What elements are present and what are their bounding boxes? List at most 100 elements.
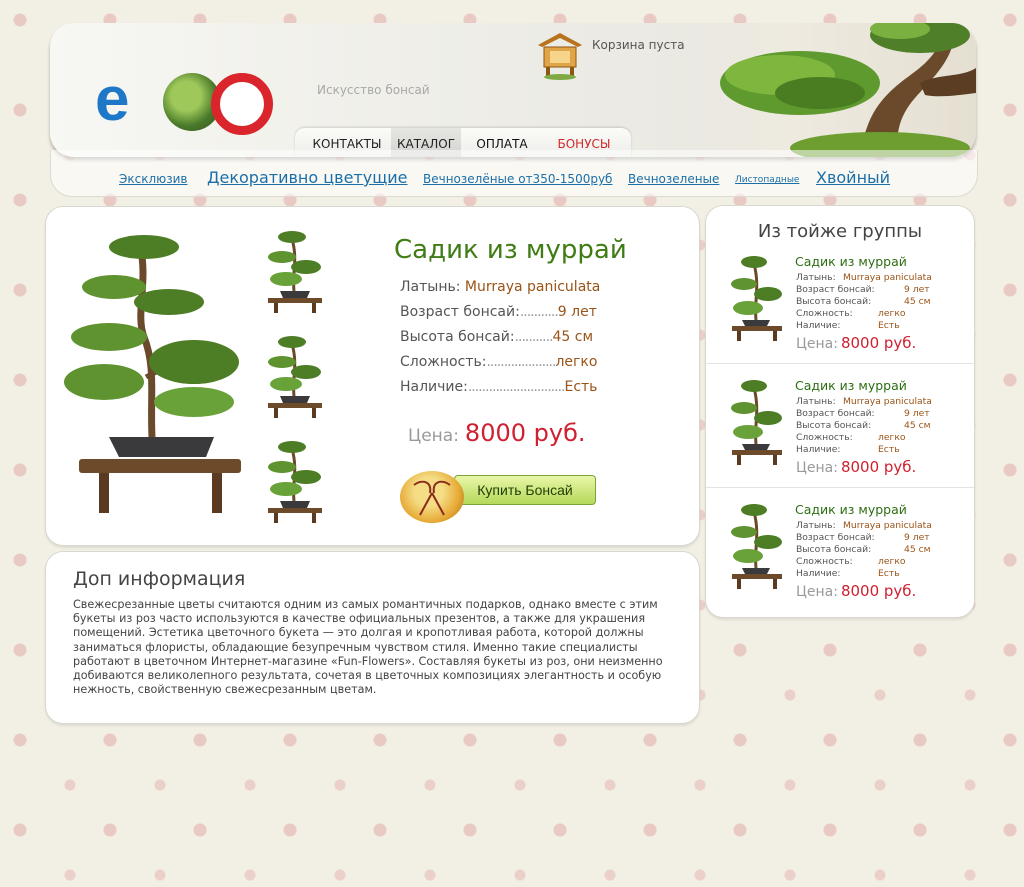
spec-value: легко [555,354,598,370]
price-label: Цена: [796,336,838,352]
spec-dots: ........... [519,304,559,320]
related-product-item[interactable]: Садик из муррай Латынь: Murraya paniculat… [706,363,974,502]
buy-button-label[interactable]: Купить Бонсай [454,475,596,505]
spec-label: Сложность: [400,354,487,370]
spec-value: 45 см [904,544,931,555]
category-link-evergreen[interactable]: Вечнозеленые [628,172,719,186]
spec-label: Латынь: [796,272,836,283]
spec-value: легко [878,556,906,567]
product-card: Садик из муррай Латынь: Murraya panicula… [45,206,700,546]
related-spec-height: Высота бонсай: 45 см [796,296,931,307]
spec-value: 9 лет [904,284,930,295]
price-value: 8000 руб. [464,419,586,447]
related-product-price: Цена: 8000 руб. [796,458,916,476]
related-spec-age: Возраст бонсай: 9 лет [796,284,930,295]
gift-box-icon[interactable] [400,471,464,523]
product-main-image[interactable] [64,227,244,532]
spec-label: Высота бонсай: [400,329,515,345]
related-spec-difficulty: Сложность: легко [796,556,906,567]
spec-label: Высота бонсай: [796,544,872,555]
product-spec-difficulty: Сложность:....................легко [400,354,597,370]
spec-label: Сложность: [796,556,853,567]
site-tagline: Искусство бонсай [317,83,430,97]
spec-value: Есть [878,320,900,331]
spec-value: 45 см [904,296,931,307]
category-link-exclusive[interactable]: Эксклюзив [119,172,188,186]
related-product-item[interactable]: Садик из муррай Латынь: Murraya paniculat… [706,487,974,626]
logo-ring-icon [211,73,273,135]
price-label: Цена: [796,584,838,600]
spec-value: Есть [878,568,900,579]
product-thumbnail-1[interactable] [264,229,324,314]
spec-dots: .................... [486,354,556,370]
category-link-deciduous[interactable]: Листопадные [735,175,799,185]
logo-letter-e: e [95,65,130,134]
category-nav: Эксклюзив Декоративно цветущие Вечнозелё… [50,150,978,197]
related-spec-latin: Латынь: Murraya paniculata [796,520,932,531]
spec-label: Наличие: [400,379,468,395]
related-spec-height: Высота бонсай: 45 см [796,420,931,431]
cart-icon[interactable] [534,29,586,81]
spec-label: Наличие: [796,444,841,455]
additional-info-card: Доп информация Свежесрезанные цветы счит… [45,551,700,724]
spec-value: Murraya paniculata [464,279,601,295]
product-thumbnail-2[interactable] [264,334,324,419]
price-label: Цена: [408,426,459,446]
additional-info-title: Доп информация [73,568,246,590]
related-products-card: Из тойже группы Садик из муррай Латынь: M… [705,205,975,618]
related-product-image[interactable] [728,502,784,592]
related-product-image[interactable] [728,378,784,468]
site-header: e Искусство бонсай Корзина пуста КОНТАКТ… [50,23,976,157]
spec-dots: ........... [514,329,554,345]
related-spec-availability: Наличие: Есть [796,444,900,455]
spec-label: Сложность: [796,432,853,443]
category-link-coniferous[interactable]: Хвойный [816,168,890,187]
price-value: 8000 руб. [840,458,917,476]
category-link-evergreen-price[interactable]: Вечнозелёные от350-1500руб [423,172,612,186]
product-spec-age: Возраст бонсай:...........9 лет [400,304,597,320]
spec-dots: ............................ [467,379,566,395]
spec-value: Есть [564,379,598,395]
related-product-name[interactable]: Садик из муррай [795,378,907,393]
spec-value: легко [878,308,906,319]
additional-info-text: Свежесрезанные цветы считаются одним из … [73,598,663,697]
spec-label: Высота бонсай: [796,420,872,431]
spec-value: 45 см [904,420,931,431]
spec-label: Латынь: [400,279,461,295]
related-product-item[interactable]: Садик из муррай Латынь: Murraya paniculat… [706,254,974,378]
related-spec-age: Возраст бонсай: 9 лет [796,408,930,419]
product-spec-availability: Наличие:............................Есть [400,379,597,395]
header-bonsai-icon [720,23,976,157]
product-thumbnail-3[interactable] [264,439,324,524]
spec-label: Возраст бонсай: [796,284,875,295]
related-product-price: Цена: 8000 руб. [796,334,916,352]
spec-value: 9 лет [904,532,930,543]
spec-label: Сложность: [796,308,853,319]
spec-label: Латынь: [796,396,836,407]
spec-value: 45 см [552,329,594,345]
buy-bonsai-button[interactable]: Купить Бонсай [400,467,598,523]
related-products-title: Из тойже группы [757,221,923,242]
spec-label: Возраст бонсай: [400,304,520,320]
logo[interactable]: e [95,51,273,135]
category-link-flowering[interactable]: Декоративно цветущие [207,168,408,187]
spec-label: Наличие: [796,320,841,331]
related-spec-latin: Латынь: Murraya paniculata [796,396,932,407]
price-value: 8000 руб. [840,582,917,600]
related-spec-difficulty: Сложность: легко [796,432,906,443]
price-label: Цена: [796,460,838,476]
related-product-name[interactable]: Садик из муррай [795,254,907,269]
related-product-image[interactable] [728,254,784,344]
related-spec-age: Возраст бонсай: 9 лет [796,532,930,543]
product-spec-height: Высота бонсай:...........45 см [400,329,593,345]
related-product-name[interactable]: Садик из муррай [795,502,907,517]
cart-status[interactable]: Корзина пуста [592,38,685,52]
related-spec-availability: Наличие: Есть [796,320,900,331]
product-spec-latin: Латынь: Murraya paniculata [400,279,600,295]
spec-value: 9 лет [904,408,930,419]
spec-label: Высота бонсай: [796,296,872,307]
price-value: 8000 руб. [840,334,917,352]
spec-label: Латынь: [796,520,836,531]
spec-value: Murraya paniculata [843,520,932,531]
spec-label: Возраст бонсай: [796,532,875,543]
